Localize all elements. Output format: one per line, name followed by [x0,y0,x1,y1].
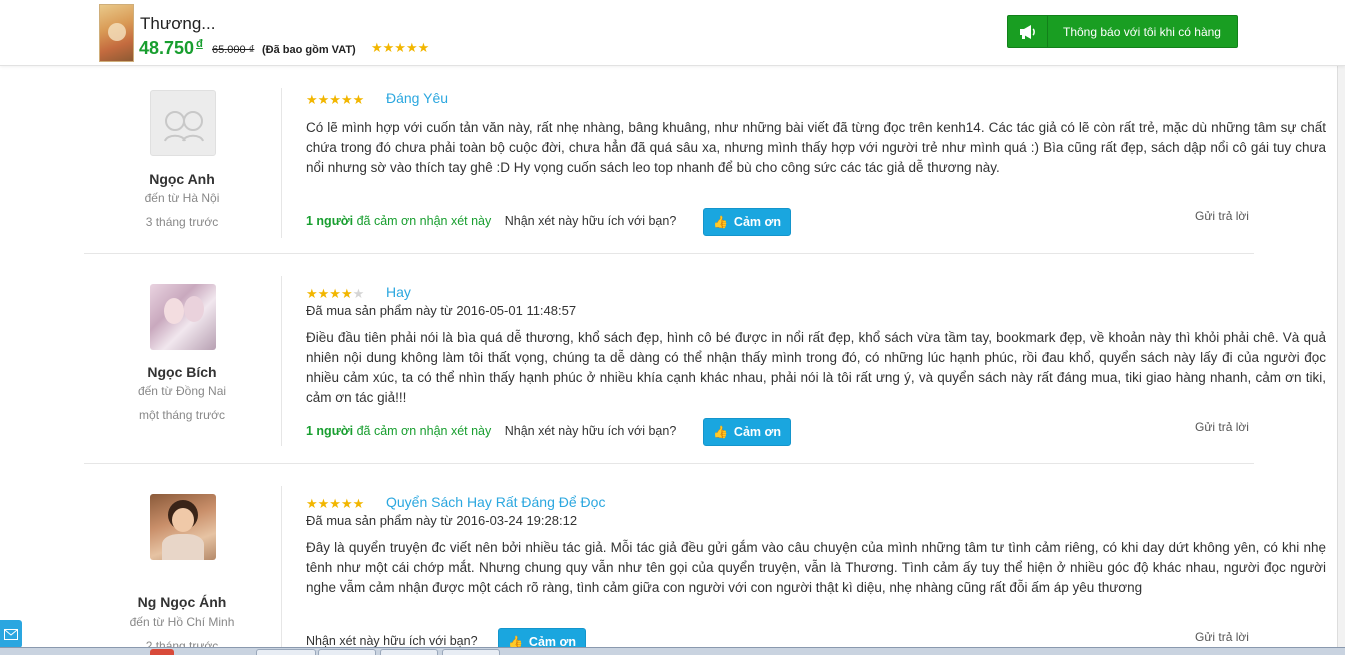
taskbar-app-icon[interactable] [150,649,174,655]
os-taskbar [0,647,1345,655]
review-stars: ★★★★★ [306,496,365,511]
review-stars: ★★★★★ [306,92,365,107]
helpful-row: 1 người đã cảm ơn nhận xét này Nhận xét … [306,424,677,438]
thumbs-up-icon: 👍 [712,215,728,229]
taskbar-app-icon[interactable] [442,649,500,655]
thumbs-up-icon: 👍 [712,425,728,439]
review-text: Điều đầu tiên phải nói là bìa quá dễ thư… [306,330,1326,405]
vat-note: (Đã bao gồm VAT) [262,44,356,56]
taskbar-app-icon[interactable] [380,649,438,655]
product-rating-stars: ★★★★★ [371,40,430,55]
review-text: Đây là quyển truyện đc viết nên bởi nhiề… [306,540,1326,595]
review-item: Ng Ngọc Ánh đến từ Hồ Chí Minh 2 tháng t… [84,464,1326,655]
divider [281,276,282,446]
reviewer-name: Ng Ngọc Ánh [137,594,227,610]
purchase-date: Đã mua sản phẩm này từ 2016-03-24 19:28:… [306,513,578,528]
megaphone-icon [1008,16,1048,47]
thanks-button[interactable]: 👍 Cảm ơn [703,208,791,236]
review-stars: ★★★★★ [306,286,365,301]
review-item: Ngọc Bích đến từ Đồng Nai một tháng trướ… [84,254,1326,464]
product-price: 48.750 đ [139,38,203,58]
avatar [150,90,216,156]
reviewer-name: Ngọc Anh [149,171,215,187]
divider [281,88,282,238]
avatar [150,494,216,560]
review-title: Quyển Sách Hay Rất Đáng Để Đọc [386,494,606,510]
reply-link[interactable]: Gửi trả lời [1195,630,1249,644]
review-item: Ngọc Anh đến từ Hà Nội 3 tháng trước ★★★… [84,66,1326,254]
reply-link[interactable]: Gửi trả lời [1195,209,1249,223]
product-title[interactable]: Thương... [140,14,215,34]
divider [281,486,282,655]
thanks-button[interactable]: 👍 Cảm ơn [703,418,791,446]
notify-label: Thông báo với tôi khi có hàng [1063,25,1221,39]
product-thumbnail[interactable] [99,4,134,62]
reviewer-location: đến từ Hồ Chí Minh [129,615,235,629]
sticky-product-header: Thương... 48.750 đ 65.000 ₫ (Đã bao gồm V… [0,0,1345,66]
review-time: một tháng trước [139,408,225,422]
reviewer-name: Ngọc Bích [147,364,217,380]
review-title: Đáng Yêu [386,90,449,106]
taskbar-app-icon[interactable] [256,649,316,655]
reviewer-location: đến từ Hà Nội [144,191,220,205]
old-price: 65.000 ₫ [212,44,255,56]
helpful-row: Nhận xét này hữu ích với bạn? [306,634,478,648]
mail-icon[interactable] [0,620,22,648]
default-avatar-icon [164,111,204,142]
avatar [150,284,216,350]
reviewer-location: đến từ Đồng Nai [137,384,227,398]
reply-link[interactable]: Gửi trả lời [1195,420,1249,434]
notify-when-available-button[interactable]: Thông báo với tôi khi có hàng [1007,15,1238,48]
helpful-row: 1 người đã cảm ơn nhận xét này Nhận xét … [306,214,677,228]
review-time: 3 tháng trước [145,215,219,229]
right-scrollbar[interactable] [1337,0,1345,655]
purchase-date: Đã mua sản phẩm này từ 2016-05-01 11:48:… [306,303,577,318]
taskbar-app-icon[interactable] [318,649,376,655]
review-title: Hay [386,284,411,300]
review-text: Có lẽ mình hợp với cuốn tản văn này, rất… [306,120,1326,175]
